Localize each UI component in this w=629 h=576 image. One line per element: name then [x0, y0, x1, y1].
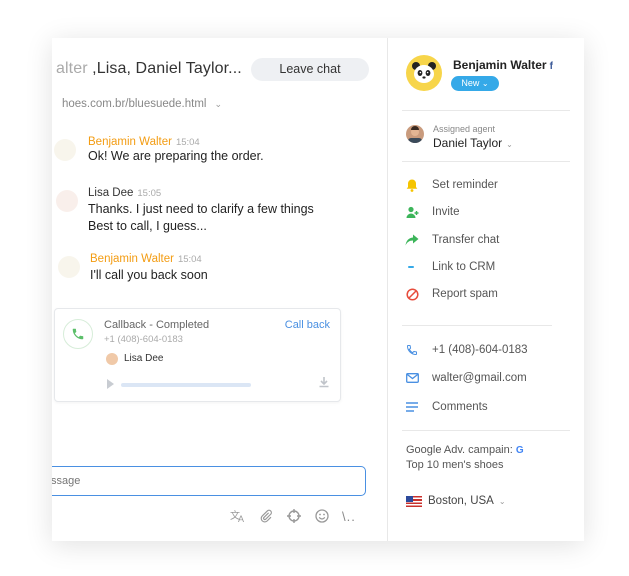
divider: [402, 161, 570, 162]
customer-comments[interactable]: Comments: [404, 399, 488, 415]
us-flag-icon: [406, 495, 422, 507]
message-text: Best to call, I guess...: [88, 219, 207, 233]
message-text: Ok! We are preparing the order.: [88, 149, 264, 163]
crosshair-icon[interactable]: [286, 508, 302, 524]
assigned-agent-dropdown[interactable]: Daniel Taylor ⌄: [433, 136, 513, 150]
link-icon: [404, 259, 420, 275]
play-icon[interactable]: [107, 379, 114, 389]
bell-icon: [404, 177, 420, 193]
translate-icon[interactable]: 文A: [230, 508, 246, 524]
assigned-agent-label: Assigned agent: [433, 124, 496, 134]
callback-agent: Lisa Dee: [124, 353, 164, 364]
message-text: I'll call you back soon: [90, 268, 208, 282]
divider: [402, 325, 552, 326]
avatar: [56, 190, 78, 212]
customer-phone[interactable]: +1 (408)-604-0183: [404, 342, 528, 358]
composer-toolbar: 文A \..: [230, 508, 356, 524]
leave-chat-button[interactable]: Leave chat: [251, 58, 369, 81]
chat-window: alter ,Lisa, Daniel Taylor... Leave chat…: [52, 38, 584, 541]
ban-icon: [404, 286, 420, 302]
status-dropdown[interactable]: New ⌄: [451, 76, 499, 91]
message-text: Thanks. I just need to clarify a few thi…: [88, 202, 314, 216]
facebook-icon[interactable]: f: [550, 61, 553, 72]
customer-sidebar: Benjamin Walter f New ⌄ Assigned agent Da…: [388, 38, 584, 541]
message-input[interactable]: [52, 466, 366, 496]
emoji-icon[interactable]: [314, 508, 330, 524]
location-dropdown[interactable]: Boston, USA ⌄: [406, 495, 506, 507]
divider: [402, 430, 570, 431]
transfer-chat-action[interactable]: Transfer chat: [404, 232, 499, 248]
comments-lines-icon: [404, 399, 420, 415]
callback-title: Callback - Completed: [104, 319, 210, 331]
message-author: Benjamin Walter 15:04: [90, 253, 202, 265]
chat-pane: alter ,Lisa, Daniel Taylor... Leave chat…: [52, 38, 387, 541]
customer-email[interactable]: walter@gmail.com: [404, 370, 527, 386]
chevron-down-icon: ⌄: [506, 140, 513, 149]
set-reminder-action[interactable]: Set reminder: [404, 177, 498, 193]
call-back-link[interactable]: Call back: [285, 319, 330, 331]
link-to-crm-action[interactable]: Link to CRM: [404, 259, 495, 275]
phone-icon: [404, 342, 420, 358]
attach-icon[interactable]: [258, 508, 274, 524]
chevron-down-icon: ⌄: [214, 99, 223, 109]
transfer-arrow-icon: [404, 232, 420, 248]
invite-user-icon: [404, 204, 420, 220]
svg-text:A: A: [238, 514, 244, 523]
invite-action[interactable]: Invite: [404, 204, 460, 220]
chat-title: alter ,Lisa, Daniel Taylor...: [56, 60, 242, 77]
chevron-down-icon: ⌄: [481, 79, 489, 88]
message-item: Benjamin Walter 15:04 Ok! We are preparin…: [88, 136, 264, 165]
more-icon[interactable]: \..: [342, 508, 356, 524]
audio-progress-track[interactable]: [121, 383, 251, 387]
panda-avatar-icon: [406, 55, 442, 91]
callback-phone: +1 (408)-604-0183: [104, 334, 183, 345]
agent-avatar: [406, 125, 424, 143]
chat-url[interactable]: hoes.com.br/bluesuede.html ⌄: [62, 98, 222, 110]
phone-icon: [63, 319, 93, 349]
mail-icon: [404, 370, 420, 386]
divider: [402, 110, 570, 111]
avatar: [106, 353, 118, 365]
campaign-value: Top 10 men's shoes: [406, 459, 504, 471]
google-icon: G: [515, 445, 524, 456]
callback-card: Callback - Completed +1 (408)-604-0183 C…: [54, 308, 341, 402]
message-item: Lisa Dee 15:05 Thanks. I just need to cla…: [88, 187, 314, 235]
message-author: Benjamin Walter 15:04: [88, 136, 200, 148]
avatar: [58, 256, 80, 278]
chevron-down-icon: ⌄: [498, 496, 506, 506]
message-item: Benjamin Walter 15:04 I'll call you back …: [90, 253, 208, 284]
message-author: Lisa Dee 15:05: [88, 187, 162, 199]
campaign-label: Google Adv. campain: G: [406, 444, 524, 456]
avatar: [54, 139, 76, 161]
download-icon[interactable]: [318, 375, 330, 393]
report-spam-action[interactable]: Report spam: [404, 286, 498, 302]
customer-name: Benjamin Walter f: [453, 58, 553, 72]
